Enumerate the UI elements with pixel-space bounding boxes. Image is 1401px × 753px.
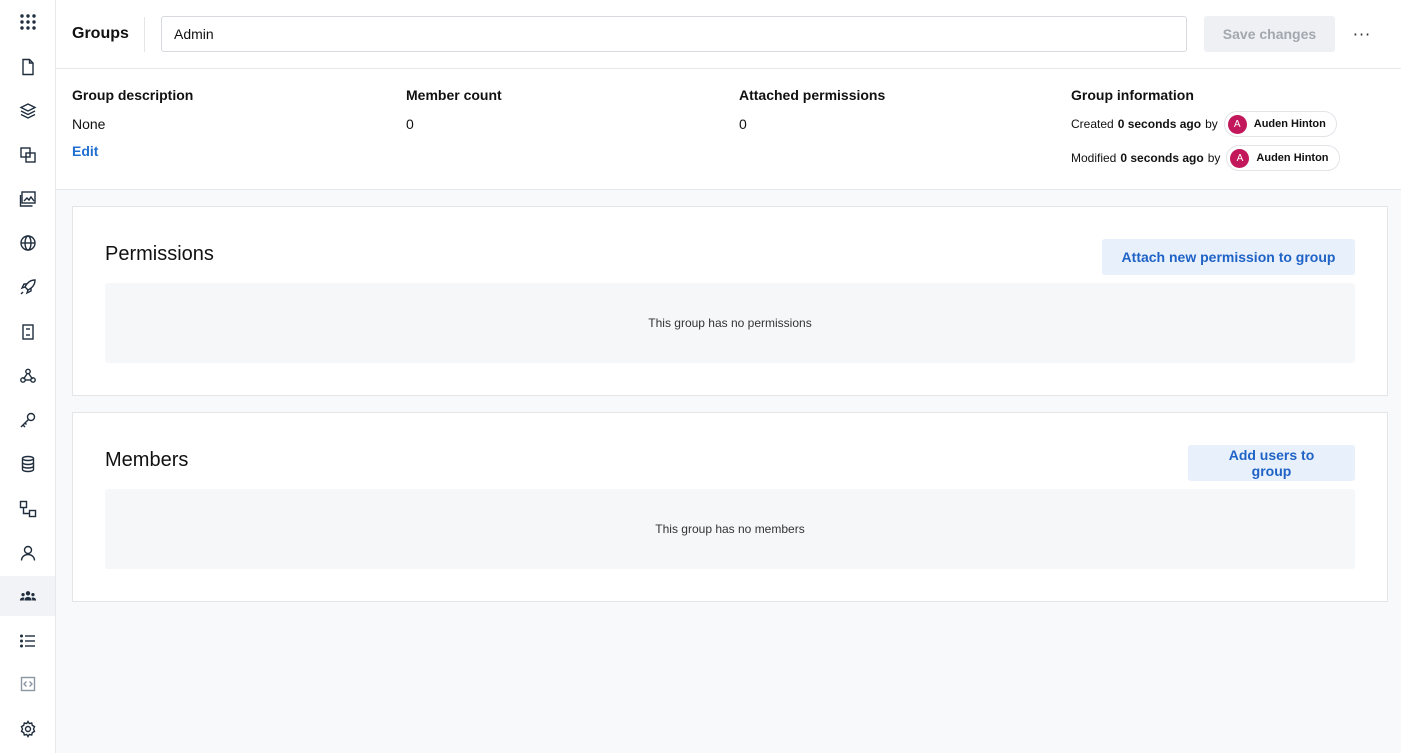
- save-changes-button[interactable]: Save changes: [1204, 16, 1335, 52]
- group-info-strip: Group description None Edit Member count…: [56, 69, 1401, 190]
- code-box-icon: [20, 676, 35, 692]
- settings-icon: [20, 720, 35, 738]
- sidebar-item-overlap[interactable]: [0, 135, 55, 175]
- user-icon: [20, 545, 35, 561]
- sidebar-item-users[interactable]: [0, 533, 55, 573]
- modified-time: 0 seconds ago: [1120, 151, 1204, 165]
- sidebar-item-list[interactable]: [0, 621, 55, 661]
- header-divider: [144, 17, 145, 52]
- globe-icon: [19, 235, 36, 251]
- sidebar-item-database[interactable]: [0, 444, 55, 484]
- sidebar-item-layers[interactable]: [0, 91, 55, 131]
- group-information-label: Group information: [1071, 87, 1194, 103]
- group-information-section: Group information Created 0 seconds ago …: [1071, 87, 1340, 171]
- modified-prefix: Modified: [1071, 151, 1117, 165]
- modified-user-name: Auden Hinton: [1256, 152, 1329, 164]
- document-icon: [21, 58, 34, 76]
- member-count-value: 0: [406, 116, 414, 132]
- members-card: Members Add users to group This group ha…: [72, 412, 1388, 602]
- header: Groups Save changes ···: [56, 0, 1401, 69]
- created-line: Created 0 seconds ago by A Auden Hinton: [1071, 111, 1340, 137]
- attached-permissions-section: Attached permissions 0: [739, 87, 885, 132]
- apps-menu-button[interactable]: [0, 0, 55, 44]
- breadcrumb-groups[interactable]: Groups: [72, 25, 129, 43]
- sidebar: [0, 0, 56, 753]
- attached-permissions-value: 0: [739, 116, 747, 132]
- more-options-button[interactable]: ···: [1348, 20, 1376, 48]
- sidebar-item-documents[interactable]: [0, 47, 55, 87]
- workflow-icon: [19, 500, 36, 518]
- sidebar-item-workflows[interactable]: [0, 489, 55, 529]
- sidebar-item-webhooks[interactable]: [0, 356, 55, 396]
- modified-line: Modified 0 seconds ago by A Auden Hinton: [1071, 145, 1340, 171]
- member-count-label: Member count: [406, 87, 502, 103]
- attach-permission-button[interactable]: Attach new permission to group: [1102, 239, 1355, 275]
- permissions-title: Permissions: [105, 243, 214, 265]
- sidebar-item-groups[interactable]: [0, 576, 55, 616]
- webhook-icon: [19, 368, 36, 383]
- created-user-name: Auden Hinton: [1253, 118, 1326, 130]
- avatar: A: [1227, 114, 1247, 134]
- permissions-empty-state: This group has no permissions: [105, 283, 1355, 363]
- avatar: A: [1230, 148, 1250, 168]
- group-description-label: Group description: [72, 87, 194, 103]
- members-title: Members: [105, 449, 189, 471]
- overlap-squares-icon: [19, 147, 36, 163]
- created-time: 0 seconds ago: [1117, 117, 1202, 131]
- attached-permissions-label: Attached permissions: [739, 87, 886, 103]
- modified-by: by: [1207, 151, 1221, 165]
- members-empty-state: This group has no members: [105, 489, 1355, 569]
- created-user-chip[interactable]: A Auden Hinton: [1223, 111, 1337, 137]
- created-by: by: [1205, 117, 1218, 131]
- modified-user-chip[interactable]: A Auden Hinton: [1226, 145, 1340, 171]
- sidebar-item-globe[interactable]: [0, 223, 55, 263]
- notebook-icon: [21, 324, 34, 340]
- edit-description-link[interactable]: Edit: [72, 143, 98, 159]
- add-users-button[interactable]: Add users to group: [1188, 445, 1355, 481]
- layers-icon: [18, 103, 37, 119]
- ellipsis-icon: ···: [1352, 24, 1372, 44]
- sidebar-item-deploy[interactable]: [0, 267, 55, 307]
- images-icon: [19, 191, 36, 207]
- key-icon: [20, 412, 35, 428]
- sidebar-item-keys[interactable]: [0, 400, 55, 440]
- rocket-icon: [20, 279, 36, 295]
- sidebar-item-notebook[interactable]: [0, 312, 55, 352]
- group-description-value: None: [72, 116, 106, 132]
- group-name-input[interactable]: [161, 16, 1187, 52]
- apps-grid-icon: [19, 14, 36, 30]
- created-prefix: Created: [1071, 117, 1114, 131]
- list-icon: [19, 634, 35, 648]
- sidebar-item-code[interactable]: [0, 664, 55, 704]
- sidebar-item-settings[interactable]: [0, 709, 55, 749]
- permissions-card: Permissions Attach new permission to gro…: [72, 206, 1388, 396]
- member-count-section: Member count 0: [406, 87, 502, 132]
- database-icon: [21, 455, 34, 473]
- groups-icon: [19, 591, 36, 601]
- sidebar-item-images[interactable]: [0, 179, 55, 219]
- group-description-section: Group description None Edit: [72, 87, 193, 161]
